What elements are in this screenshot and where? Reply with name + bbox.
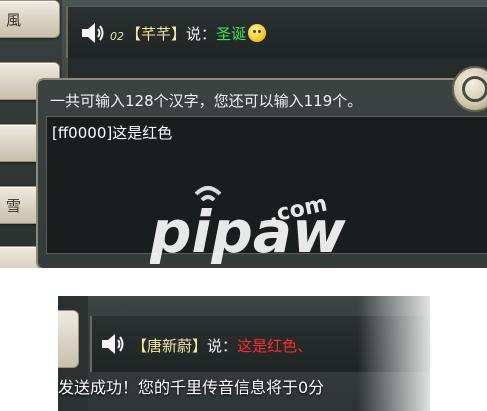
bracket-close: 】 <box>192 337 208 355</box>
side-tab-1[interactable]: 風 <box>0 0 60 38</box>
close-ring-icon <box>462 76 487 102</box>
bottom-screenshot-panel: 【唐新蔚】说：这是红色、 发送成功！您的千里传音信息将于0分 <box>58 296 430 411</box>
top-screenshot-panel: 風 雪 02 【芊芊】说：圣诞 一共可输入128个汉字，您还可以输入119个。 … <box>0 0 487 268</box>
vip-level-badge: 02 <box>110 30 124 43</box>
bracket-open: 【 <box>126 25 142 43</box>
message-input-value: [ff0000]这是红色 <box>52 124 173 142</box>
world-chat-line: 02 【芊芊】说：圣诞 <box>66 6 487 58</box>
said-label: 说： <box>207 337 238 355</box>
bracket-close: 】 <box>171 25 187 43</box>
said-label: 说： <box>186 25 217 43</box>
speaker-icon <box>102 334 124 354</box>
right-fade-overlay <box>358 296 430 411</box>
speaker-icon <box>82 23 104 43</box>
sender-name[interactable]: 芊芊 <box>141 25 171 43</box>
bottom-side-tab[interactable] <box>58 310 79 368</box>
sender-name[interactable]: 唐新蔚 <box>147 337 192 355</box>
chat-message-text: 这是红色、 <box>237 337 313 355</box>
chat-message-line: 【唐新蔚】说：这是红色、 <box>132 335 312 356</box>
send-success-notice: 发送成功！您的千里传音信息将于0分 <box>58 378 325 397</box>
pipaw-watermark: pipaw .com <box>150 186 346 266</box>
bracket-open: 【 <box>132 337 148 355</box>
char-limit-hint: 一共可输入128个汉字，您还可以输入119个。 <box>50 92 363 110</box>
chat-message-text: 圣诞 <box>216 25 247 43</box>
chat-message-line: 【芊芊】说：圣诞 <box>126 23 267 44</box>
smiley-emoji-icon <box>248 24 267 42</box>
